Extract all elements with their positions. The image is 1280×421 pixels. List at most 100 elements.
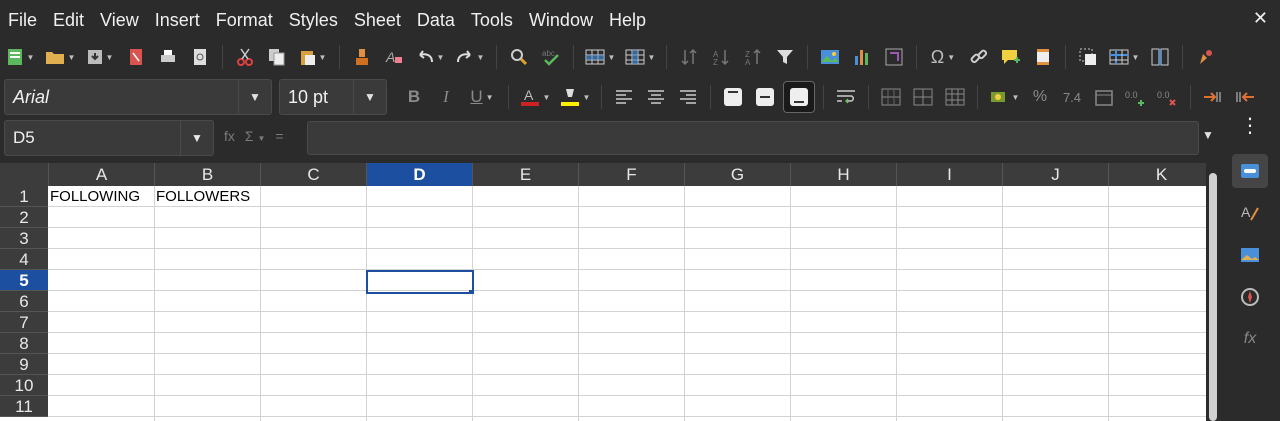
select-all-corner[interactable]: [0, 163, 49, 186]
chevron-down-icon[interactable]: ▼: [353, 80, 386, 114]
pivot-table-icon[interactable]: [880, 43, 908, 71]
menu-tools[interactable]: Tools: [463, 0, 521, 40]
print-preview-icon[interactable]: [186, 43, 214, 71]
menu-insert[interactable]: Insert: [147, 0, 208, 40]
copy-icon[interactable]: [263, 43, 291, 71]
format-as-percent-icon[interactable]: %: [1026, 83, 1054, 111]
menu-styles[interactable]: Styles: [281, 0, 346, 40]
row-header-8[interactable]: 8: [0, 333, 48, 354]
column-header-k[interactable]: K: [1109, 163, 1206, 186]
column-header-g[interactable]: G: [685, 163, 791, 186]
define-print-area-icon[interactable]: [1074, 43, 1102, 71]
center-vertically-icon[interactable]: [751, 83, 779, 111]
save-icon[interactable]: ▼: [82, 43, 118, 71]
sum-icon[interactable]: Σ ▼: [245, 128, 265, 144]
functions-icon[interactable]: fx: [1232, 322, 1268, 356]
selected-cell-d5[interactable]: [366, 270, 474, 294]
format-as-currency-icon[interactable]: ▼: [986, 83, 1022, 111]
autofilter-icon[interactable]: [771, 43, 799, 71]
column-header-f[interactable]: F: [579, 163, 685, 186]
decrease-indent-icon[interactable]: [1231, 83, 1259, 111]
paste-icon[interactable]: ▼: [295, 43, 331, 71]
row-icon[interactable]: ▼: [582, 43, 618, 71]
spellcheck-icon[interactable]: abc: [537, 43, 565, 71]
special-character-icon[interactable]: Ω ▼: [925, 43, 961, 71]
find-replace-icon[interactable]: [505, 43, 533, 71]
column-header-i[interactable]: I: [897, 163, 1003, 186]
insert-chart-icon[interactable]: [848, 43, 876, 71]
format-as-date-icon[interactable]: [1090, 83, 1118, 111]
align-center-icon[interactable]: [642, 83, 670, 111]
freeze-rows-columns-icon[interactable]: ▼: [1106, 43, 1142, 71]
open-icon[interactable]: ▼: [42, 43, 78, 71]
vertical-scrollbar[interactable]: [1206, 163, 1220, 421]
increase-indent-icon[interactable]: [1199, 83, 1227, 111]
undo-icon[interactable]: ▼: [412, 43, 448, 71]
font-size-value[interactable]: 10 pt: [280, 87, 353, 108]
bold-icon[interactable]: B: [400, 83, 428, 111]
name-box[interactable]: D5 ▼: [4, 120, 214, 156]
sort-descending-icon[interactable]: ZA: [739, 43, 767, 71]
column-header-h[interactable]: H: [791, 163, 897, 186]
chevron-down-icon[interactable]: ▼: [238, 80, 271, 114]
font-size-combobox[interactable]: 10 pt ▼: [279, 79, 387, 115]
split-window-icon[interactable]: [1146, 43, 1174, 71]
cell-b1[interactable]: FOLLOWERS: [154, 186, 250, 206]
column-header-d[interactable]: D: [367, 163, 473, 186]
menu-format[interactable]: Format: [208, 0, 281, 40]
formula-equals-icon[interactable]: =: [275, 128, 283, 144]
row-header-10[interactable]: 10: [0, 375, 48, 396]
name-box-value[interactable]: D5: [5, 128, 180, 148]
menu-sheet[interactable]: Sheet: [346, 0, 409, 40]
clone-formatting-icon[interactable]: [348, 43, 376, 71]
align-left-icon[interactable]: [610, 83, 638, 111]
headers-footers-icon[interactable]: [1029, 43, 1057, 71]
properties-icon[interactable]: [1232, 154, 1268, 188]
row-header-6[interactable]: 6: [0, 291, 48, 312]
italic-icon[interactable]: I: [432, 83, 460, 111]
column-header-e[interactable]: E: [473, 163, 579, 186]
column-icon[interactable]: ▼: [622, 43, 658, 71]
menu-view[interactable]: View: [92, 0, 147, 40]
column-header-j[interactable]: J: [1003, 163, 1109, 186]
row-header-3[interactable]: 3: [0, 228, 48, 249]
row-header-1[interactable]: 1: [0, 186, 48, 207]
sort-ascending-icon[interactable]: AZ: [707, 43, 735, 71]
redo-icon[interactable]: ▼: [452, 43, 488, 71]
column-header-a[interactable]: A: [49, 163, 155, 186]
row-header-11[interactable]: 11: [0, 396, 48, 417]
cell-a1[interactable]: FOLLOWING: [48, 186, 140, 206]
unmerge-cells-icon[interactable]: [941, 83, 969, 111]
delete-decimal-place-icon[interactable]: 0.0: [1154, 83, 1182, 111]
menu-data[interactable]: Data: [409, 0, 463, 40]
styles-icon[interactable]: A: [1232, 196, 1268, 230]
font-name-value[interactable]: Arial: [5, 87, 238, 108]
new-spreadsheet-icon[interactable]: ▼: [2, 43, 38, 71]
row-header-4[interactable]: 4: [0, 249, 48, 270]
spreadsheet-grid[interactable]: A B C D E F G H I J K 1 2 3 4 5 6 7 8 9 …: [0, 163, 1206, 421]
add-decimal-place-icon[interactable]: 0.0: [1122, 83, 1150, 111]
formula-input[interactable]: [307, 121, 1199, 155]
cut-icon[interactable]: [231, 43, 259, 71]
sort-icon[interactable]: [675, 43, 703, 71]
column-header-b[interactable]: B: [155, 163, 261, 186]
comment-icon[interactable]: [997, 43, 1025, 71]
row-header-7[interactable]: 7: [0, 312, 48, 333]
row-header-2[interactable]: 2: [0, 207, 48, 228]
menu-window[interactable]: Window: [521, 0, 601, 40]
align-bottom-icon[interactable]: [783, 81, 815, 113]
font-name-combobox[interactable]: Arial ▼: [4, 79, 272, 115]
show-draw-functions-icon[interactable]: [1191, 43, 1219, 71]
expand-formula-bar-icon[interactable]: ▼: [1202, 128, 1214, 142]
font-color-icon[interactable]: A ▼: [517, 83, 553, 111]
wrap-text-icon[interactable]: [832, 83, 860, 111]
highlight-color-icon[interactable]: ▼: [557, 83, 593, 111]
merge-cells-icon[interactable]: [909, 83, 937, 111]
export-pdf-icon[interactable]: [122, 43, 150, 71]
align-right-icon[interactable]: [674, 83, 702, 111]
autofill-handle[interactable]: [469, 290, 473, 294]
hyperlink-icon[interactable]: [965, 43, 993, 71]
menu-file[interactable]: File: [0, 0, 45, 40]
function-wizard-icon[interactable]: fx: [224, 128, 235, 144]
print-icon[interactable]: [154, 43, 182, 71]
